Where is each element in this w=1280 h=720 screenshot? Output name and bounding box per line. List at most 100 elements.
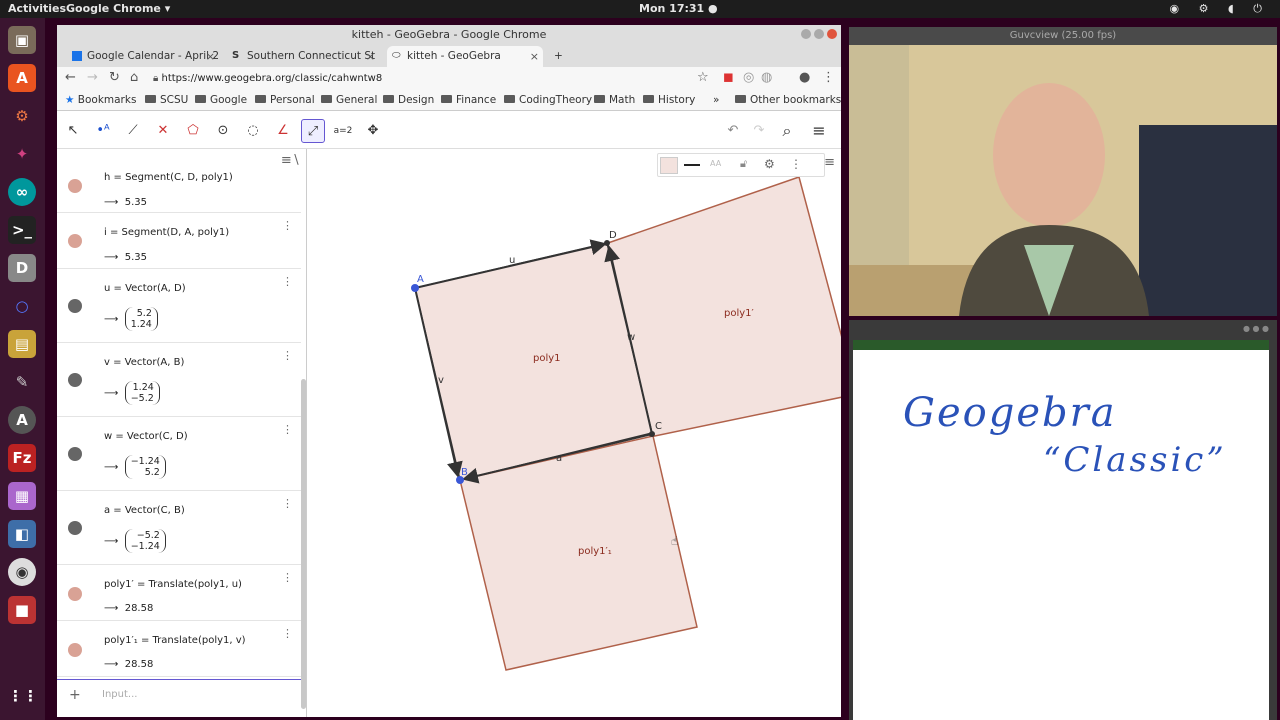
redo-icon[interactable]: ↷ xyxy=(747,119,771,143)
settings-icon[interactable]: ⚙ xyxy=(764,157,775,171)
hamburger-menu-icon[interactable]: ≡ xyxy=(807,119,831,143)
extension-icon[interactable]: ◍ xyxy=(761,70,772,85)
close-icon[interactable] xyxy=(827,29,837,39)
item-menu-icon[interactable]: ⋮ xyxy=(282,349,293,362)
visibility-toggle[interactable] xyxy=(68,447,82,461)
tab-scsu[interactable]: S Southern Connecticut St × xyxy=(227,46,379,67)
bookmark-item[interactable]: History xyxy=(643,94,695,106)
line-tool-icon[interactable]: ⟋ xyxy=(121,119,145,143)
tab-close-icon[interactable]: × xyxy=(206,46,215,67)
forward-icon[interactable]: → xyxy=(87,70,98,85)
algebra-row[interactable]: w = Vector(C, D) ⟶ −1.24 5.2 ⋮ xyxy=(57,417,301,491)
item-menu-icon[interactable]: ⋮ xyxy=(282,423,293,436)
back-icon[interactable]: ← xyxy=(65,70,76,85)
bookmark-item[interactable]: Other bookmarks xyxy=(735,94,841,106)
home-icon[interactable]: ⌂ xyxy=(130,70,138,85)
item-menu-icon[interactable]: ⋮ xyxy=(282,497,293,510)
extension-icon[interactable]: ◎ xyxy=(743,70,754,85)
apps-grid-icon[interactable]: ⋮⋮ xyxy=(8,682,38,710)
address-bar[interactable]: 🔒︎ https://www.geogebra.org/classic/cahw… xyxy=(153,70,713,88)
menu-icon[interactable]: ⋮ xyxy=(790,157,802,171)
graphics-menu-icon[interactable]: ≡ xyxy=(824,155,835,170)
slider-tool-icon[interactable]: a=2 xyxy=(331,119,355,143)
bookmark-item[interactable]: ★ Bookmarks xyxy=(65,94,136,106)
files-icon[interactable]: ▣ xyxy=(8,26,36,54)
webcam-icon[interactable]: ◉ xyxy=(8,558,36,586)
app-icon[interactable]: ✦ xyxy=(8,140,36,168)
item-menu-icon[interactable]: ⋮ xyxy=(282,571,293,584)
clock[interactable]: Mon 17:31 ● xyxy=(639,2,718,15)
recorder-icon[interactable]: ■ xyxy=(8,596,36,624)
ellipse-tool-icon[interactable]: ◌ xyxy=(241,119,265,143)
photo-icon[interactable]: ▦ xyxy=(8,482,36,510)
arduino-icon[interactable]: ∞ xyxy=(8,178,36,206)
algebra-row[interactable]: poly1′₁ = Translate(poly1, v) ⟶ 28.58 ⋮ xyxy=(57,621,301,677)
visibility-toggle[interactable] xyxy=(68,179,82,193)
bookmark-item[interactable]: Math xyxy=(594,94,635,106)
bookmark-item[interactable]: CodingTheory xyxy=(504,94,592,106)
search-icon[interactable]: ⌕ xyxy=(775,119,799,143)
visibility-toggle[interactable] xyxy=(68,643,82,657)
visibility-toggle[interactable] xyxy=(68,587,82,601)
fill-color-button[interactable] xyxy=(660,157,678,174)
circle-icon[interactable]: ○ xyxy=(8,292,36,320)
tab-close-icon[interactable]: × xyxy=(366,46,375,67)
tab-calendar[interactable]: Google Calendar - April 2(× xyxy=(67,46,219,67)
minimize-icon[interactable] xyxy=(801,29,811,39)
bookmark-item[interactable]: Google xyxy=(195,94,247,106)
system-tray[interactable]: ◉ ⚙ ◖ ⏻ xyxy=(1170,2,1270,16)
window-buttons[interactable]: ● ● ● xyxy=(1243,324,1271,334)
visibility-toggle[interactable] xyxy=(68,521,82,535)
bookmark-item[interactable]: Personal xyxy=(255,94,315,106)
bookmark-item[interactable]: Design xyxy=(383,94,434,106)
algebra-row[interactable]: poly1′ = Translate(poly1, u) ⟶ 28.58 ⋮ xyxy=(57,565,301,621)
point-tool-icon[interactable]: •ᴬ xyxy=(91,119,115,143)
tab-close-icon[interactable]: × xyxy=(530,46,539,67)
new-tab-button[interactable]: + xyxy=(549,46,569,67)
move-tool-icon[interactable]: ↖ xyxy=(61,119,85,143)
maximize-icon[interactable] xyxy=(814,29,824,39)
move-view-tool-icon[interactable]: ✥ xyxy=(361,119,385,143)
visibility-toggle[interactable] xyxy=(68,234,82,248)
bookmark-item[interactable]: General xyxy=(321,94,377,106)
filezilla-icon[interactable]: Fz xyxy=(8,444,36,472)
plus-icon[interactable]: + xyxy=(69,687,81,703)
item-menu-icon[interactable]: ⋮ xyxy=(282,275,293,288)
folder-icon[interactable]: ▤ xyxy=(8,330,36,358)
scrollbar[interactable] xyxy=(301,379,306,709)
star-icon[interactable]: ☆ xyxy=(697,70,709,85)
settings-icon[interactable]: ⚙ xyxy=(8,102,36,130)
angle-tool-icon[interactable]: ∠ xyxy=(271,119,295,143)
design-icon[interactable]: ◧ xyxy=(8,520,36,548)
editor-icon[interactable]: D xyxy=(8,254,36,282)
tab-geogebra[interactable]: ⬭ kitteh - GeoGebra × xyxy=(387,46,543,67)
polygon-tool-icon[interactable]: ⬠ xyxy=(181,119,205,143)
reflect-tool-icon[interactable]: ⤢ xyxy=(301,119,325,143)
app-menu[interactable]: Google Chrome ▾ xyxy=(66,2,170,15)
menu-icon[interactable]: ⋮ xyxy=(822,70,835,85)
algebra-row[interactable]: h = Segment(C, D, poly1) ⟶ 5.35 xyxy=(57,157,301,213)
activities-button[interactable]: Activities xyxy=(8,2,66,15)
bookmark-item[interactable]: Finance xyxy=(441,94,496,106)
visibility-toggle[interactable] xyxy=(68,299,82,313)
gimp-icon[interactable]: ✎ xyxy=(8,368,36,396)
software-icon[interactable]: A xyxy=(8,64,36,92)
graphics-view[interactable]: A B C D u v w a poly1 poly1′ poly1′₁ AA … xyxy=(314,149,877,717)
algebra-row[interactable]: u = Vector(A, D) ⟶ 5.2 1.24 ⋮ xyxy=(57,269,301,343)
algebra-row[interactable]: a = Vector(C, B) ⟶ −5.2 −1.24 ⋮ xyxy=(57,491,301,565)
undo-icon[interactable]: ↶ xyxy=(721,119,745,143)
a-icon[interactable]: A xyxy=(8,406,36,434)
terminal-icon[interactable]: >_ xyxy=(8,216,36,244)
point-a[interactable] xyxy=(411,284,419,292)
line-style-button[interactable] xyxy=(684,164,700,166)
item-menu-icon[interactable]: ⋮ xyxy=(282,219,293,232)
text-style-icon[interactable]: AA xyxy=(710,159,721,168)
input-bar[interactable]: + Input... xyxy=(57,679,301,711)
perpendicular-tool-icon[interactable]: ✕ xyxy=(151,119,175,143)
visibility-toggle[interactable] xyxy=(68,373,82,387)
algebra-row[interactable]: v = Vector(A, B) ⟶ 1.24 −5.2 ⋮ xyxy=(57,343,301,417)
reload-icon[interactable]: ↻ xyxy=(109,70,120,85)
item-menu-icon[interactable]: ⋮ xyxy=(282,627,293,640)
lock-icon[interactable]: 🔓︎ xyxy=(740,157,747,171)
bookmarks-overflow[interactable]: » xyxy=(713,94,719,106)
